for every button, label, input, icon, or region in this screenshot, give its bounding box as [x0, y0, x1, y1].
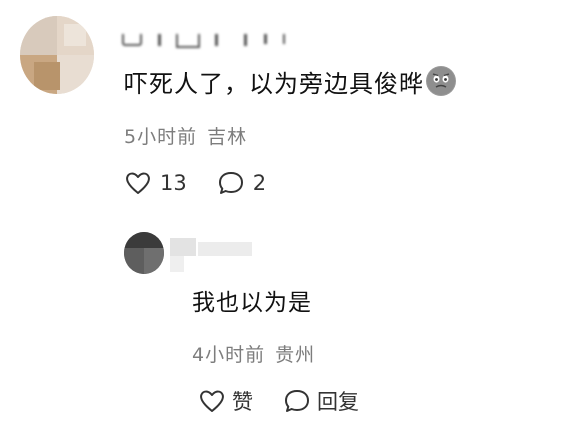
reply-like-label: 赞 — [232, 390, 253, 414]
reply-reply-label: 回复 — [317, 390, 359, 414]
speech-bubble-icon — [218, 172, 243, 194]
heart-icon — [200, 390, 224, 412]
reply-like-button[interactable]: 赞 — [198, 386, 253, 416]
reply-location: 贵州 — [275, 344, 316, 366]
comment-text: 吓死人了，以为旁边具俊晔 — [124, 64, 456, 99]
commenter-username[interactable] — [120, 14, 285, 48]
reply-count: 2 — [252, 171, 267, 195]
comment-body: 吓死人了，以为旁边具俊晔 — [124, 70, 424, 98]
like-count: 13 — [160, 171, 187, 195]
reply-body: 我也以为是 — [192, 290, 312, 316]
reply-meta: 4小时前 贵州 — [192, 340, 315, 367]
comment-location: 吉林 — [207, 126, 248, 148]
commenter-avatar[interactable] — [20, 16, 94, 94]
comment-meta: 5小时前 吉林 — [124, 122, 247, 149]
replier-username[interactable] — [170, 238, 255, 272]
comment-actions: 13 2 — [124, 170, 266, 196]
comment-time: 5小时前 — [124, 126, 198, 148]
reply-actions: 赞 回复 — [198, 386, 359, 416]
reply-time: 4小时前 — [192, 344, 266, 366]
like-button[interactable]: 13 — [124, 170, 187, 196]
replier-avatar[interactable] — [124, 232, 164, 274]
heart-icon — [126, 172, 150, 194]
reply-button[interactable]: 2 — [217, 170, 266, 196]
speech-bubble-icon — [285, 390, 309, 412]
grimace-face-emoji-icon — [426, 66, 456, 96]
reply-reply-button[interactable]: 回复 — [283, 386, 359, 416]
